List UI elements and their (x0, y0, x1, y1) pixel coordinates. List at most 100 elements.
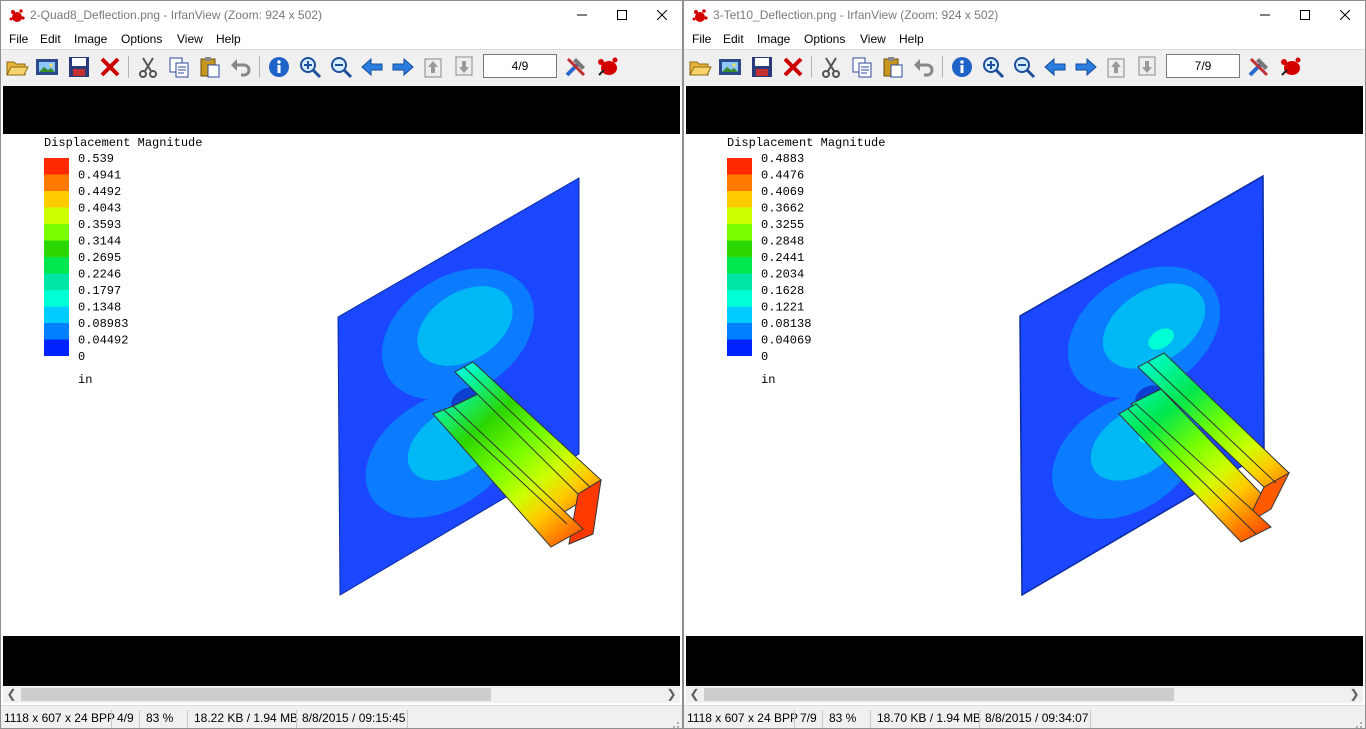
previous-button[interactable] (360, 55, 384, 79)
legend-value-label: 0.08983 (78, 317, 128, 331)
first-page-button[interactable] (1105, 55, 1129, 79)
legend-value-label: 0.3593 (78, 218, 121, 232)
open-button[interactable] (5, 55, 29, 79)
close-button[interactable] (1325, 1, 1365, 30)
save-button[interactable] (67, 55, 91, 79)
legend-swatch (727, 257, 752, 274)
zoom-in-icon (983, 57, 1005, 79)
legend-value-label: 0.08138 (761, 317, 811, 331)
legend-value-label: 0.539 (78, 152, 114, 166)
copy-button[interactable] (167, 55, 191, 79)
open-button[interactable] (688, 55, 712, 79)
menu-bar: File Edit Image Options View Help (1, 30, 682, 49)
page-number-field[interactable]: 7/9 (1166, 54, 1240, 78)
menu-view[interactable]: View (177, 32, 203, 46)
menu-view[interactable]: View (860, 32, 886, 46)
menu-edit[interactable]: Edit (40, 32, 61, 46)
info-button[interactable] (950, 55, 974, 79)
next-button[interactable] (391, 55, 415, 79)
zoom-in-button[interactable] (981, 55, 1005, 79)
scroll-thumb[interactable] (21, 688, 491, 701)
legend-swatch (44, 339, 69, 356)
first-page-icon (1107, 58, 1125, 78)
delete-button[interactable] (781, 55, 805, 79)
menu-file[interactable]: File (9, 32, 28, 46)
menu-help[interactable]: Help (899, 32, 924, 46)
first-page-button[interactable] (422, 55, 446, 79)
resize-grip-icon[interactable] (1353, 719, 1363, 729)
menu-options[interactable]: Options (804, 32, 845, 46)
delete-button[interactable] (98, 55, 122, 79)
info-button[interactable] (267, 55, 291, 79)
scroll-right-button[interactable]: ❯ (663, 686, 680, 703)
undo-button[interactable] (229, 55, 253, 79)
info-icon (952, 57, 972, 77)
toolbar-separator (942, 56, 943, 78)
scroll-thumb[interactable] (704, 688, 1174, 701)
title-bar[interactable]: 2-Quad8_Deflection.png - IrfanView (Zoom… (1, 1, 682, 30)
thumbnails-button[interactable] (35, 55, 59, 79)
scroll-right-button[interactable]: ❯ (1346, 686, 1363, 703)
info-icon (269, 57, 289, 77)
menu-edit[interactable]: Edit (723, 32, 744, 46)
zoom-in-icon (300, 57, 322, 79)
cut-button[interactable] (136, 55, 160, 79)
settings-button[interactable] (1247, 55, 1271, 79)
legend-unit: in (78, 373, 92, 387)
maximize-button[interactable] (1285, 1, 1325, 30)
menu-file[interactable]: File (692, 32, 711, 46)
last-page-button[interactable] (1136, 55, 1160, 79)
zoom-out-button[interactable] (1012, 55, 1036, 79)
minimize-button[interactable] (1245, 1, 1285, 30)
undo-button[interactable] (912, 55, 936, 79)
menu-options[interactable]: Options (121, 32, 162, 46)
delete-icon (100, 57, 120, 77)
scroll-left-button[interactable]: ❮ (686, 686, 703, 703)
irfanview-button[interactable] (1279, 55, 1303, 79)
zoom-out-button[interactable] (329, 55, 353, 79)
legend-value-label: 0.4476 (761, 169, 804, 183)
legend-unit: in (761, 373, 775, 387)
save-button[interactable] (750, 55, 774, 79)
image-viewport[interactable]: Displacement Magnitude 0.539 0.4941 0.4492… (3, 86, 680, 686)
irfanview-button[interactable] (596, 55, 620, 79)
open-icon (689, 61, 712, 76)
settings-icon (1248, 57, 1269, 77)
legend-value-label: 0.2695 (78, 251, 121, 265)
scroll-left-button[interactable]: ❮ (3, 686, 20, 703)
next-button[interactable] (1074, 55, 1098, 79)
minimize-button[interactable] (562, 1, 602, 30)
horizontal-scrollbar[interactable]: ❮ ❯ (3, 686, 680, 703)
copy-button[interactable] (850, 55, 874, 79)
settings-button[interactable] (564, 55, 588, 79)
page-number-field[interactable]: 4/9 (483, 54, 557, 78)
menu-help[interactable]: Help (216, 32, 241, 46)
title-bar[interactable]: 3-Tet10_Deflection.png - IrfanView (Zoom… (684, 1, 1365, 30)
horizontal-scrollbar[interactable]: ❮ ❯ (686, 686, 1363, 703)
close-button[interactable] (642, 1, 682, 30)
irfanview-app-icon (692, 9, 708, 22)
last-page-button[interactable] (453, 55, 477, 79)
image-viewport[interactable]: Displacement Magnitude 0.4883 0.4476 0.406… (686, 86, 1363, 686)
paste-button[interactable] (198, 55, 222, 79)
thumbnails-icon (36, 59, 58, 75)
legend-swatch (44, 174, 69, 191)
paste-button[interactable] (881, 55, 905, 79)
maximize-button[interactable] (602, 1, 642, 30)
zoom-out-icon (1014, 57, 1036, 79)
thumbnails-button[interactable] (718, 55, 742, 79)
cut-button[interactable] (819, 55, 843, 79)
zoom-in-button[interactable] (298, 55, 322, 79)
legend: 0.4883 0.4476 0.4069 0.3662 0.3255 0.2848 0.24… (727, 152, 811, 364)
legend-swatch (44, 257, 69, 274)
resize-grip-icon[interactable] (670, 719, 680, 729)
legend-value-label: 0.2246 (78, 268, 121, 282)
irfanview-icon (598, 57, 618, 76)
delete-icon (783, 57, 803, 77)
legend-swatch (727, 306, 752, 323)
previous-button[interactable] (1043, 55, 1067, 79)
menu-image[interactable]: Image (74, 32, 107, 46)
legend-swatch (44, 207, 69, 224)
menu-image[interactable]: Image (757, 32, 790, 46)
irfanview-window-left: 2-Quad8_Deflection.png - IrfanView (Zoom… (0, 0, 683, 729)
